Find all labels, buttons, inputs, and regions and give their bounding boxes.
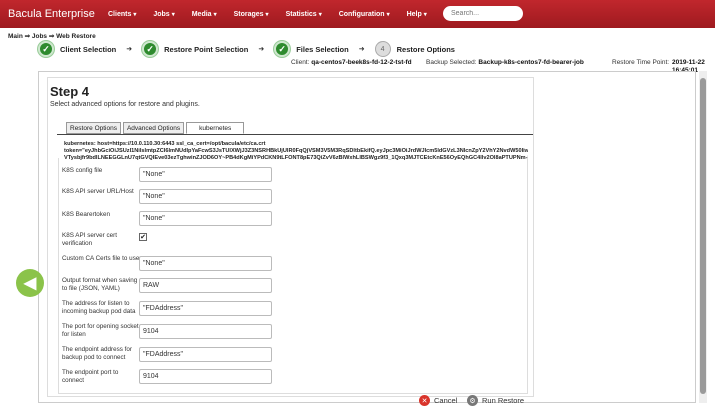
- brand-logo[interactable]: Bacula Enterprise: [0, 8, 108, 20]
- wizard-step-files-selection[interactable]: ✓ Files Selection: [274, 41, 349, 57]
- top-navbar: Bacula Enterprise Clients Jobs Media Sto…: [0, 0, 715, 28]
- nav-help[interactable]: Help: [407, 11, 427, 18]
- cancel-icon: ✕: [419, 395, 430, 406]
- run-restore-button[interactable]: ⚙ Run Restore: [467, 395, 524, 406]
- client-info: Client: qa-centos7-beek8s-fd-12-2-tst-fd: [291, 59, 412, 66]
- scrollbar-thumb[interactable]: [700, 78, 706, 394]
- nav-media[interactable]: Media: [192, 11, 217, 18]
- nav-clients[interactable]: Clients: [108, 11, 136, 18]
- search-input[interactable]: [443, 6, 523, 21]
- option-tabs: Restore Options Advanced Options kuberne…: [66, 122, 246, 134]
- form-label: Custom CA Certs file to use: [62, 255, 140, 262]
- back-button[interactable]: ◀: [16, 269, 44, 297]
- form-label: K8S API server cert verification: [62, 232, 117, 247]
- step-title: Step 4: [50, 84, 90, 99]
- form-label: K8S Bearertoken: [62, 211, 110, 218]
- step-number: 4: [374, 41, 391, 57]
- arrow-right-icon: ➜: [358, 46, 365, 53]
- check-icon: ✓: [274, 41, 291, 57]
- tab-kubernetes[interactable]: kubernetes: [186, 122, 245, 134]
- endpoint-port-input[interactable]: 9104: [139, 369, 272, 384]
- form-label: K8S config file: [62, 167, 103, 174]
- time-label: Restore Time Point:: [612, 59, 670, 66]
- wizard-step-restore-options: 4 Restore Options: [374, 41, 455, 57]
- breadcrumb[interactable]: Main ⇒ Jobs ⇒ Web Restore: [8, 32, 96, 40]
- output-format-input[interactable]: RAW: [139, 278, 272, 293]
- check-icon: ✓: [142, 41, 159, 57]
- gear-icon: ⚙: [467, 395, 478, 406]
- client-value: qa-centos7-beek8s-fd-12-2-tst-fd: [311, 59, 412, 66]
- k8s-api-host-input[interactable]: "None": [139, 189, 272, 204]
- ca-certs-file-input[interactable]: "None": [139, 256, 272, 271]
- main-nav: Clients Jobs Media Storages Statistics C…: [108, 10, 491, 19]
- tab-advanced-options[interactable]: Advanced Options: [122, 122, 185, 134]
- nav-configuration[interactable]: Configuration: [339, 11, 390, 18]
- form-label: The port for opening socket for listen: [62, 323, 139, 338]
- listen-port-input[interactable]: 9104: [139, 324, 272, 339]
- backup-value: Backup-k8s-centos7-fd-bearer-job: [478, 59, 584, 66]
- step-label: Restore Point Selection: [164, 44, 249, 54]
- k8s-config-file-input[interactable]: "None": [139, 167, 272, 182]
- listen-address-input[interactable]: "FDAddress": [139, 301, 272, 316]
- form-label: K8S API server URL/Host: [62, 188, 134, 195]
- cancel-button[interactable]: ✕ Cancel: [419, 395, 457, 406]
- form-label: Output format when saving to file (JSON,…: [62, 277, 138, 292]
- step-label: Restore Options: [396, 44, 455, 54]
- backup-label: Backup Selected:: [426, 59, 477, 66]
- wizard-steps: ✓ Client Selection ➜ ✓ Restore Point Sel…: [38, 40, 455, 58]
- step-label: Client Selection: [60, 44, 117, 54]
- check-icon: ✓: [38, 41, 54, 57]
- arrow-right-icon: ➜: [258, 46, 265, 53]
- arrow-right-icon: ➜: [126, 46, 133, 53]
- k8s-cert-verification-checkbox[interactable]: ✔: [139, 233, 147, 241]
- k8s-bearertoken-input[interactable]: "None": [139, 211, 272, 226]
- tab-restore-options[interactable]: Restore Options: [66, 122, 121, 134]
- plugin-string-line: kubernetes: host=https://10.0.110.30:644…: [64, 141, 266, 147]
- tab-divider: [57, 134, 533, 135]
- wizard-step-client-selection[interactable]: ✓ Client Selection: [38, 41, 116, 57]
- run-restore-label: Run Restore: [482, 396, 525, 405]
- plugin-string-line: token="eyJhbGciOiJSUzI1NiIsImtpZCI6ImNUd…: [64, 148, 528, 154]
- nav-jobs[interactable]: Jobs: [153, 11, 174, 18]
- backup-info: Backup Selected: Backup-k8s-centos7-fd-b…: [426, 59, 584, 66]
- cancel-label: Cancel: [434, 396, 458, 405]
- nav-storages[interactable]: Storages: [234, 11, 269, 18]
- client-label: Client:: [291, 59, 310, 66]
- endpoint-address-input[interactable]: "FDAddress": [139, 347, 272, 362]
- wizard-step-restore-point[interactable]: ✓ Restore Point Selection: [142, 41, 248, 57]
- step-label: Files Selection: [296, 44, 349, 54]
- step-description: Select advanced options for restore and …: [50, 101, 200, 108]
- nav-statistics[interactable]: Statistics: [286, 11, 322, 18]
- form-label: The endpoint port to connect: [62, 369, 119, 384]
- form-label: The address for listen to incoming backu…: [62, 300, 136, 315]
- time-value-date: 2019-11-22: [672, 59, 705, 66]
- arrow-left-icon: ◀: [23, 275, 37, 292]
- form-label: The endpoint address for backup pod to c…: [62, 346, 133, 361]
